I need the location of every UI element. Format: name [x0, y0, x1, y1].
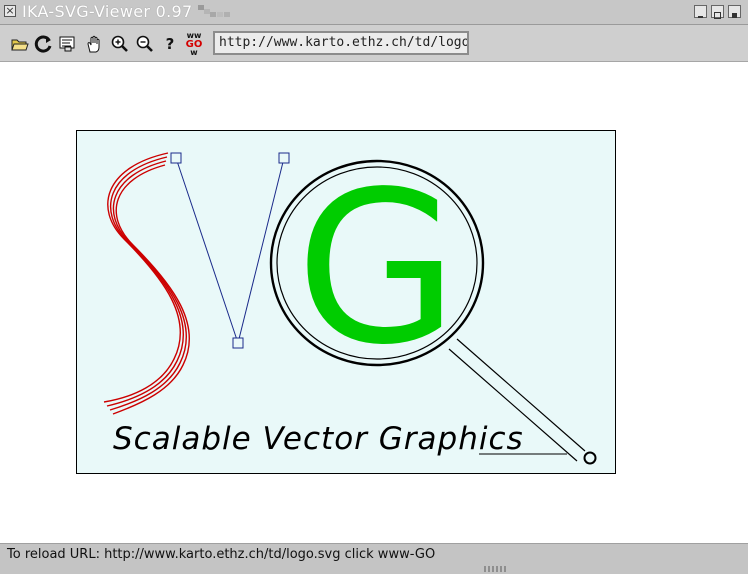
title-grip-icon [198, 5, 230, 17]
logo-g-letter: G [296, 146, 459, 391]
help-icon: ? [165, 35, 175, 53]
url-input[interactable]: http://www.karto.ethz.ch/td/logo.svg [213, 31, 469, 55]
logo-s-shape [103, 152, 191, 415]
zoom-in-button[interactable] [109, 33, 131, 55]
title-bar[interactable]: × IKA-SVG-Viewer 0.97 [0, 0, 748, 25]
v-handle-bottom [232, 337, 244, 349]
toolbar: ? ww GO w http://www.karto.ethz.ch/td/lo… [0, 25, 748, 62]
minimize-button[interactable] [694, 5, 707, 18]
reload-icon [34, 35, 52, 53]
window-title: IKA-SVG-Viewer 0.97 [22, 2, 193, 21]
www-go-icon-bottom: w [190, 47, 198, 57]
status-text: To reload URL: http://www.karto.ethz.ch/… [7, 547, 436, 562]
www-go-button[interactable]: ww GO w [183, 31, 205, 57]
logo-caption: Scalable Vector Graphics [113, 421, 524, 457]
status-bar: To reload URL: http://www.karto.ethz.ch/… [0, 543, 748, 574]
view-source-icon [59, 36, 75, 52]
v-handle-left [170, 152, 182, 164]
help-button[interactable]: ? [159, 33, 181, 55]
reload-button[interactable] [33, 33, 55, 55]
zoom-in-icon [111, 35, 128, 52]
pan-button[interactable] [83, 33, 105, 55]
view-source-button[interactable] [57, 33, 79, 55]
zoom-out-button[interactable] [134, 33, 156, 55]
open-folder-icon [11, 39, 29, 51]
svg-logo: G Scalable Vector Graphics [76, 130, 616, 474]
close-icon[interactable]: × [4, 5, 16, 17]
open-button[interactable] [9, 33, 31, 55]
v-handle-right [278, 152, 290, 164]
maximize-button[interactable] [711, 5, 724, 19]
window-close-button[interactable] [728, 5, 741, 18]
svg-canvas[interactable]: G Scalable Vector Graphics [0, 62, 748, 543]
resize-grip-icon[interactable] [484, 566, 508, 572]
hand-pan-icon [87, 35, 100, 53]
zoom-out-icon [136, 35, 153, 52]
